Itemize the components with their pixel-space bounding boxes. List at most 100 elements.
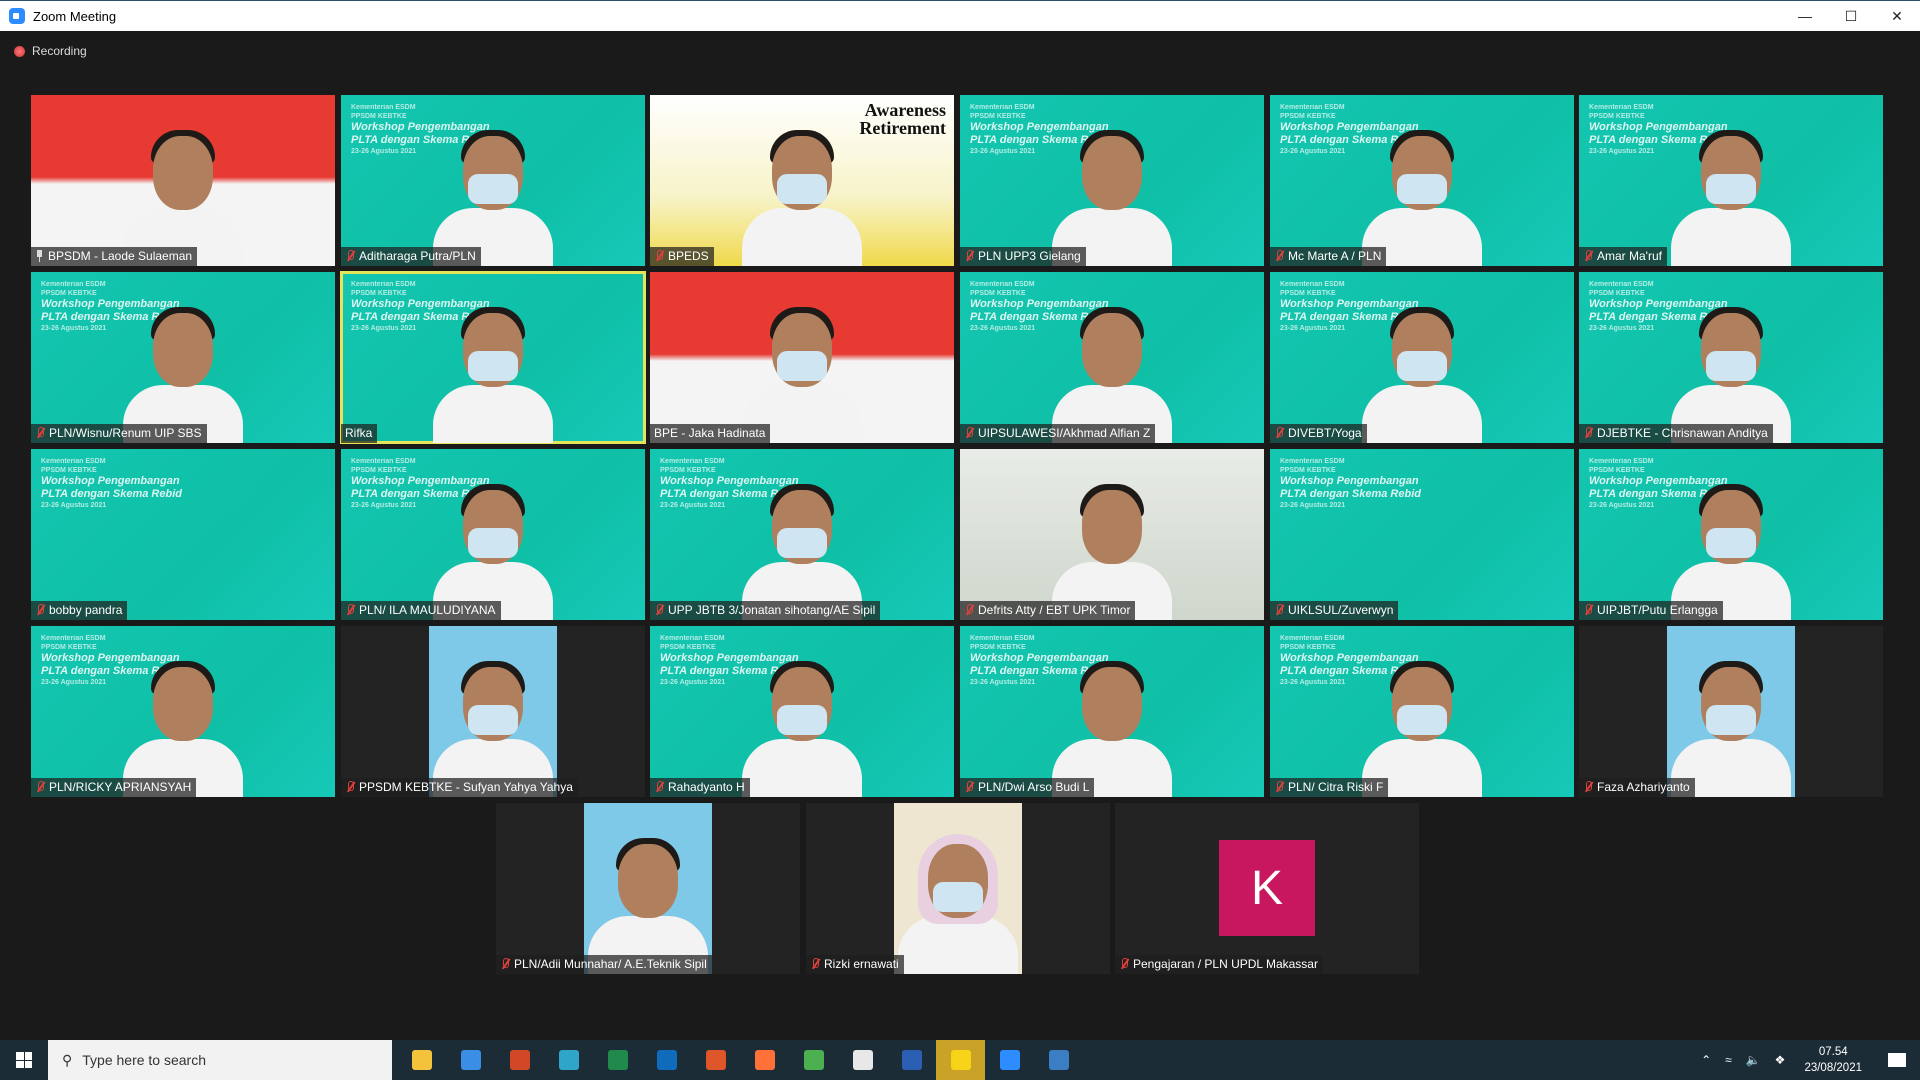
participant-tile[interactable]: Kementerian ESDM PPSDM KEBTKE Workshop Pen…: [1270, 95, 1574, 266]
backdrop-org: Kementerian ESDM: [351, 281, 416, 288]
participant-video: [123, 293, 243, 443]
participant-video: [433, 647, 553, 797]
close-button[interactable]: ✕: [1874, 1, 1920, 31]
volume-icon[interactable]: 🔈: [1746, 1053, 1761, 1067]
show-hidden-icons-chevron-icon[interactable]: ⌃: [1701, 1053, 1711, 1067]
backdrop-line2: PLTA dengan Skema Rebid: [41, 488, 182, 500]
taskbar-app-excel[interactable]: [593, 1040, 642, 1080]
participant-name-label: Defrits Atty / EBT UPK Timor: [960, 601, 1136, 620]
participant-tile[interactable]: K Pengajaran / PLN UPDL Makassar: [1115, 803, 1419, 974]
backdrop-org: Kementerian ESDM: [1280, 104, 1345, 111]
taskbar-app-photos[interactable]: [1034, 1040, 1083, 1080]
taskbar-app-word[interactable]: [887, 1040, 936, 1080]
backdrop-org: Kementerian ESDM: [41, 635, 106, 642]
participant-tile[interactable]: Kementerian ESDM PPSDM KEBTKE Workshop Pen…: [341, 95, 645, 266]
participant-video: [123, 647, 243, 797]
mic-muted-icon: [654, 603, 664, 617]
clock[interactable]: 07.54 23/08/2021: [1804, 1044, 1862, 1076]
mic-muted-icon: [35, 603, 45, 617]
clock-date: 23/08/2021: [1804, 1062, 1862, 1074]
participant-tile[interactable]: Kementerian ESDM PPSDM KEBTKE Workshop Pen…: [31, 272, 335, 443]
start-button[interactable]: [0, 1040, 48, 1080]
participant-tile[interactable]: Awareness Retirement BPEDS: [650, 95, 954, 266]
taskbar-app-sticky-notes[interactable]: [936, 1040, 985, 1080]
participant-tile[interactable]: Faza Azhariyanto: [1579, 626, 1883, 797]
participant-video: [433, 293, 553, 443]
file-explorer-icon: [411, 1050, 432, 1070]
participant-tile[interactable]: Kementerian ESDM PPSDM KEBTKE Workshop Pen…: [650, 449, 954, 620]
participant-name-label: Aditharaga Putra/PLN: [341, 247, 481, 266]
participant-name: Amar Ma'ruf: [1597, 249, 1662, 263]
participant-tile[interactable]: Kementerian ESDM PPSDM KEBTKE Workshop Pen…: [340, 271, 646, 444]
taskbar-search-box[interactable]: ⚲ Type here to search: [48, 1040, 392, 1080]
participant-tile[interactable]: Kementerian ESDM PPSDM KEBTKE Workshop Pen…: [1270, 272, 1574, 443]
participant-video: [1362, 647, 1482, 797]
backdrop-org: Kementerian ESDM: [1589, 281, 1654, 288]
participant-tile[interactable]: Kementerian ESDM PPSDM KEBTKE Workshop Pen…: [960, 95, 1264, 266]
taskbar-app-microsoft-store[interactable]: [446, 1040, 495, 1080]
backdrop-org: Kementerian ESDM: [41, 458, 106, 465]
participant-tile[interactable]: BPE - Jaka Hadinata: [650, 272, 954, 443]
participant-name: bobby pandra: [49, 603, 123, 617]
taskbar-app-powerpoint[interactable]: [495, 1040, 544, 1080]
firefox-icon: [754, 1050, 775, 1070]
participant-tile[interactable]: PLN/Adii Munnahar/ A.E.Teknik Sipil: [496, 803, 800, 974]
participant-tile[interactable]: Kementerian ESDM PPSDM KEBTKE Workshop Pen…: [1579, 272, 1883, 443]
participant-tile[interactable]: Kementerian ESDM PPSDM KEBTKE Workshop Pen…: [1579, 95, 1883, 266]
mic-muted-icon: [810, 957, 820, 971]
backdrop-line2: PLTA dengan Skema Rebid: [1280, 488, 1421, 500]
participant-tile[interactable]: Rizki ernawati: [806, 803, 1110, 974]
maximize-button[interactable]: ☐: [1828, 1, 1874, 31]
participant-tile[interactable]: Kementerian ESDM PPSDM KEBTKE Workshop Pen…: [960, 626, 1264, 797]
taskbar-app-notepad[interactable]: [838, 1040, 887, 1080]
taskbar-app-outlook[interactable]: [642, 1040, 691, 1080]
edge-icon: [558, 1050, 579, 1070]
participant-tile[interactable]: Kementerian ESDM PPSDM KEBTKE Workshop Pen…: [1270, 626, 1574, 797]
taskbar-app-firefox[interactable]: [740, 1040, 789, 1080]
action-center-icon[interactable]: [1888, 1053, 1906, 1067]
photos-icon: [1048, 1050, 1069, 1070]
participant-tile[interactable]: Kementerian ESDM PPSDM KEBTKE Workshop Pen…: [31, 449, 335, 620]
participant-tile[interactable]: Kementerian ESDM PPSDM KEBTKE Workshop Pen…: [960, 272, 1264, 443]
participant-tile[interactable]: BPSDM - Laode Sulaeman: [31, 95, 335, 266]
participant-name-label: UIPSULAWESI/Akhmad Alfian Z: [960, 424, 1156, 443]
participant-tile[interactable]: Kementerian ESDM PPSDM KEBTKE Workshop Pen…: [1270, 449, 1574, 620]
backdrop-org: Kementerian ESDM: [1280, 281, 1345, 288]
mic-muted-icon: [654, 780, 664, 794]
participant-name: Faza Azhariyanto: [1597, 780, 1690, 794]
participant-name-label: Pengajaran / PLN UPDL Makassar: [1115, 955, 1323, 974]
taskbar-app-chrome[interactable]: [789, 1040, 838, 1080]
taskbar-app-zoom[interactable]: [985, 1040, 1034, 1080]
participant-tile[interactable]: Kementerian ESDM PPSDM KEBTKE Workshop Pen…: [1579, 449, 1883, 620]
office-tools-icon: [705, 1050, 726, 1070]
backdrop-org: Kementerian ESDM: [660, 635, 725, 642]
participant-video: [742, 470, 862, 620]
participant-video: [1052, 470, 1172, 620]
mic-muted-icon: [1583, 603, 1593, 617]
participant-tile[interactable]: Kementerian ESDM PPSDM KEBTKE Workshop Pen…: [341, 449, 645, 620]
dropbox-icon[interactable]: ❖: [1775, 1053, 1786, 1067]
recording-indicator[interactable]: Recording: [14, 44, 87, 58]
participant-tile[interactable]: PPSDM KEBTKE - Sufyan Yahya Yahya: [341, 626, 645, 797]
mic-muted-icon: [1583, 249, 1593, 263]
chrome-icon: [803, 1050, 824, 1070]
sticky-notes-icon: [950, 1050, 971, 1070]
participant-video: [1052, 647, 1172, 797]
participant-name-label: Rahadyanto H: [650, 778, 750, 797]
participant-tile[interactable]: Defrits Atty / EBT UPK Timor: [960, 449, 1264, 620]
minimize-button[interactable]: —: [1782, 1, 1828, 31]
participant-tile[interactable]: Kementerian ESDM PPSDM KEBTKE Workshop Pen…: [650, 626, 954, 797]
taskbar-app-office-tools[interactable]: [691, 1040, 740, 1080]
participant-tile[interactable]: Kementerian ESDM PPSDM KEBTKE Workshop Pen…: [31, 626, 335, 797]
taskbar-app-edge[interactable]: [544, 1040, 593, 1080]
wifi-icon[interactable]: ≈: [1725, 1053, 1732, 1067]
zoom-icon: [999, 1050, 1020, 1070]
mic-muted-icon: [1119, 957, 1129, 971]
mic-muted-icon: [1274, 603, 1284, 617]
participant-name-label: UPP JBTB 3/Jonatan sihotang/AE Sipil: [650, 601, 881, 620]
taskbar-app-file-explorer[interactable]: [397, 1040, 446, 1080]
system-tray: ⌃ ≈ 🔈 ❖ 07.54 23/08/2021: [1694, 1040, 1920, 1080]
mic-muted-icon: [1583, 780, 1593, 794]
participant-name-label: UIPJBT/Putu Erlangga: [1579, 601, 1723, 620]
participant-video: [1671, 470, 1791, 620]
